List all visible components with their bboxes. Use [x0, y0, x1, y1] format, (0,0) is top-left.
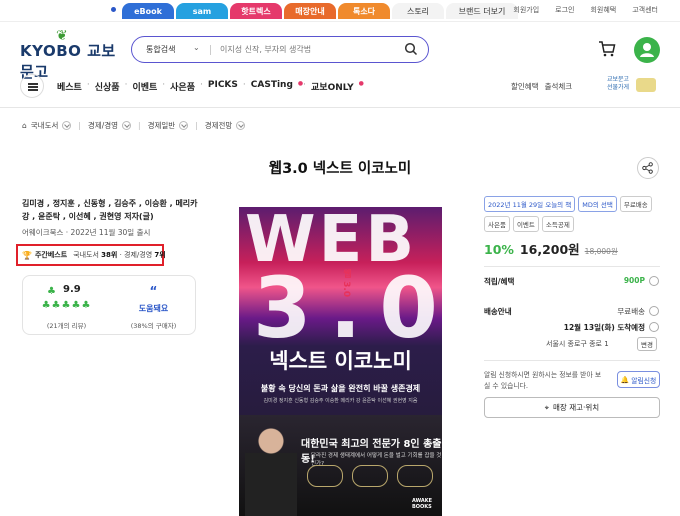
- breadcrumb-item[interactable]: 경제/경영: [88, 120, 118, 131]
- shipping-label: 배송안내: [484, 307, 512, 316]
- search-bar: 통합검색 ⌄: [131, 36, 429, 63]
- badge-gift[interactable]: 사은품: [484, 216, 510, 232]
- clover-rating-icons: ♣♣♣♣♣: [41, 300, 92, 311]
- divider: [210, 45, 211, 55]
- nav-right: 할인혜택 출석체크: [511, 81, 578, 92]
- kyobo-logo[interactable]: ❦ KYOBO 교보문고: [20, 28, 120, 81]
- divider: [484, 266, 660, 267]
- publisher-date: 어웨이크북스 · 2022년 11월 30일 출시: [22, 228, 151, 237]
- location-pin-icon: ⌖: [544, 402, 550, 412]
- nav-gift[interactable]: 사은품: [170, 80, 195, 93]
- top-links: 회원가입 로그인 회원혜택 고객센터: [497, 5, 658, 15]
- tab-toksoda[interactable]: 톡소다: [338, 3, 390, 19]
- trophy-icon: 🏆: [22, 250, 32, 260]
- login-link[interactable]: 로그인: [555, 5, 574, 15]
- divider: [484, 360, 660, 361]
- badge-event[interactable]: 이벤트: [512, 216, 539, 232]
- free-shipping-text: 무료배송: [617, 307, 645, 316]
- home-icon[interactable]: ⌂: [22, 121, 27, 130]
- benefits-link[interactable]: 회원혜택: [590, 5, 616, 15]
- nav-event[interactable]: 이벤트: [132, 80, 157, 93]
- bell-icon: 🔔: [620, 375, 630, 384]
- cart-icon[interactable]: [598, 40, 616, 58]
- main-nav: 베스트 · 신상품 · 이벤트 · 사은품 · PICKS · CASTing ● · 교보O…: [57, 80, 364, 93]
- chevron-down-icon[interactable]: [62, 121, 72, 130]
- rating-box: ♣ 9.9 ♣♣♣♣♣ (21개의 리뷰) “ 도움돼요 (38%의 구매자): [22, 275, 196, 335]
- breadcrumb-item[interactable]: 경제일반: [148, 120, 176, 131]
- tab-hottracks[interactable]: 핫트렉스: [230, 3, 282, 19]
- share-icon[interactable]: [637, 157, 659, 179]
- sale-price: 16,200원: [519, 242, 580, 257]
- tab-store-info[interactable]: 매장안내: [284, 3, 336, 19]
- chevron-down-icon[interactable]: [122, 121, 132, 130]
- menu-icon[interactable]: [20, 74, 44, 98]
- chevron-down-icon[interactable]: [179, 121, 189, 130]
- gift-shop-link[interactable]: 교보문고 선물가게: [607, 76, 629, 92]
- alert-subscribe-button[interactable]: 🔔 알림신청: [617, 371, 660, 388]
- store-stock-button[interactable]: ⌖ 매장 재고·위치: [484, 397, 660, 418]
- price-block: 10% 16,200원 18,000원: [484, 239, 618, 258]
- breadcrumb: ⌂ 국내도서 | 경제/경영 | 경제일반 | 경제전망: [22, 120, 252, 131]
- chevron-down-icon[interactable]: [649, 276, 659, 286]
- indicator-dot: [111, 7, 116, 12]
- chevron-down-icon[interactable]: ⌄: [193, 43, 200, 52]
- nav-kyobo-only[interactable]: 교보ONLY: [311, 80, 354, 93]
- top-service-bar: eBook sam 핫트렉스 매장안내 톡소다 스토리 브랜드 더보기 회원가입…: [0, 0, 680, 22]
- search-category[interactable]: 통합검색: [146, 44, 175, 55]
- breadcrumb-item[interactable]: 국내도서: [31, 120, 59, 131]
- signup-link[interactable]: 회원가입: [513, 5, 539, 15]
- discount-link[interactable]: 할인혜택: [511, 81, 539, 92]
- nav-new[interactable]: 신상품: [95, 80, 120, 93]
- discount-rate: 10%: [484, 242, 514, 257]
- tab-sam[interactable]: sam: [176, 3, 228, 19]
- badge-list: 2022년 11월 29일 오늘의 책 MD의 선택 무료배송 사은품 이벤트 …: [484, 196, 664, 236]
- badge-md-pick[interactable]: MD의 선택: [578, 196, 617, 212]
- author-list[interactable]: 김미경 , 정지훈 , 신동형 , 김승주 , 이승환 , 메리카 강 , 윤준…: [22, 197, 202, 223]
- badge-tax-deduction: 소득공제: [541, 216, 574, 232]
- delivery-address: 서울시 종로구 종로 1: [546, 340, 609, 348]
- tab-ebook[interactable]: eBook: [122, 3, 174, 19]
- chevron-down-icon[interactable]: [236, 121, 246, 130]
- info-icon[interactable]: [649, 306, 659, 316]
- points-value: 900P: [623, 276, 645, 285]
- search-icon[interactable]: [404, 42, 418, 56]
- bestseller-ranking[interactable]: 🏆 주간베스트 국내도서 38위 · 경제/경영 7위: [16, 244, 166, 266]
- gift-shop-icon[interactable]: [636, 78, 656, 92]
- tab-story[interactable]: 스토리: [392, 3, 444, 19]
- info-icon[interactable]: [649, 322, 659, 332]
- award-badges: [307, 465, 433, 487]
- book-cover[interactable]: WEB 3.0 웹 3.0 넥스트 이코노미 불황 속 당신의 돈과 삶을 완전…: [239, 207, 442, 516]
- service-tabs: eBook sam 핫트렉스 매장안내 톡소다 스토리 브랜드 더보기: [122, 3, 520, 19]
- delivery-date: 12월 13일(화) 도착예정: [563, 323, 645, 332]
- nav-casting[interactable]: CASTing: [251, 80, 293, 93]
- badge-todays-book[interactable]: 2022년 11월 29일 오늘의 책: [484, 196, 576, 212]
- change-address-button[interactable]: 변경: [637, 337, 657, 351]
- original-price: 18,000원: [584, 247, 618, 256]
- review-score[interactable]: ♣ 9.9 ♣♣♣♣♣ (21개의 리뷰): [23, 276, 110, 336]
- badge-free-shipping: 무료배송: [619, 196, 652, 212]
- author-photo: [245, 421, 297, 516]
- divider: [0, 107, 680, 108]
- clover-icon: ♣: [47, 286, 56, 297]
- attendance-link[interactable]: 출석체크: [545, 81, 573, 92]
- helpful-score[interactable]: “ 도움돼요 (38%의 구매자): [110, 276, 197, 336]
- customer-center-link[interactable]: 고객센터: [632, 5, 658, 15]
- breadcrumb-item[interactable]: 경제전망: [205, 120, 233, 131]
- alert-info-text: 알림 신청하시면 원하시는 정보를 받아 보실 수 있습니다.: [484, 371, 602, 390]
- user-icon[interactable]: [634, 37, 660, 63]
- nav-best[interactable]: 베스트: [57, 80, 82, 93]
- page-title: 웹3.0 넥스트 이코노미: [268, 161, 412, 177]
- quote-icon: “: [149, 284, 158, 298]
- search-input[interactable]: [220, 42, 390, 57]
- points-label: 적립/혜택: [484, 277, 515, 286]
- nav-picks[interactable]: PICKS: [208, 80, 238, 93]
